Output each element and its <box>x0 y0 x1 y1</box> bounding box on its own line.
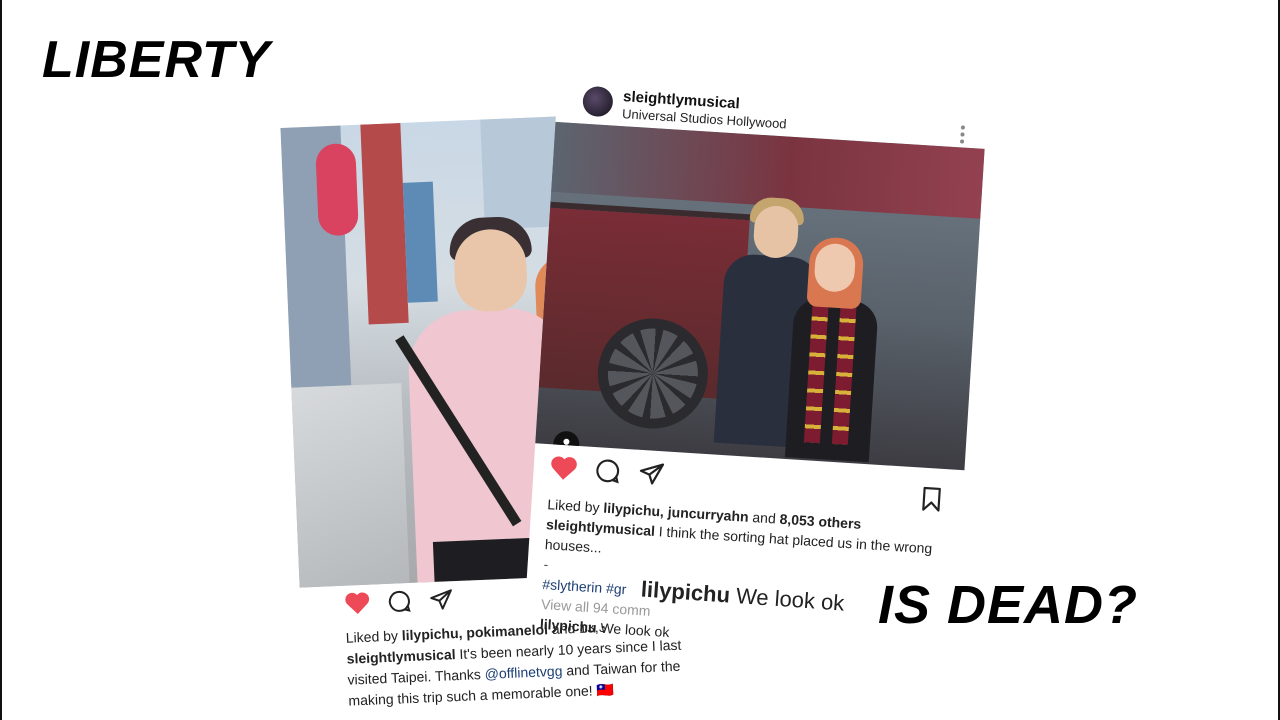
share-icon[interactable] <box>636 460 666 493</box>
share-icon[interactable] <box>428 587 455 617</box>
comment-username[interactable]: lilypichu <box>539 616 597 636</box>
caption-username[interactable]: sleightlymusical <box>546 516 656 539</box>
comment-zoom-text: We look ok <box>735 583 846 616</box>
post-photo-train <box>535 121 985 471</box>
avatar[interactable] <box>581 85 614 118</box>
instagram-post-universal: sleightlymusical Universal Studios Holly… <box>524 82 998 649</box>
heart-icon[interactable] <box>344 591 371 621</box>
post-actions <box>549 454 667 492</box>
caption-username[interactable]: sleightlymusical <box>346 646 456 667</box>
comment-icon[interactable] <box>593 457 623 490</box>
headline-liberty: LIBERTY <box>42 31 271 89</box>
more-icon[interactable] <box>959 123 966 145</box>
comment-zoom-username: lilypichu <box>640 576 731 608</box>
comment-text: We look ok <box>600 619 670 641</box>
mention-link[interactable]: @offlinetvgg <box>484 663 562 682</box>
liked-users[interactable]: lilypichu, pokimanelol <box>401 621 548 643</box>
heart-icon[interactable] <box>549 454 579 487</box>
bookmark-icon[interactable] <box>919 486 943 518</box>
post-actions <box>344 587 455 621</box>
comment-icon[interactable] <box>386 589 413 619</box>
headline-is-dead: IS DEAD? <box>878 575 1139 635</box>
